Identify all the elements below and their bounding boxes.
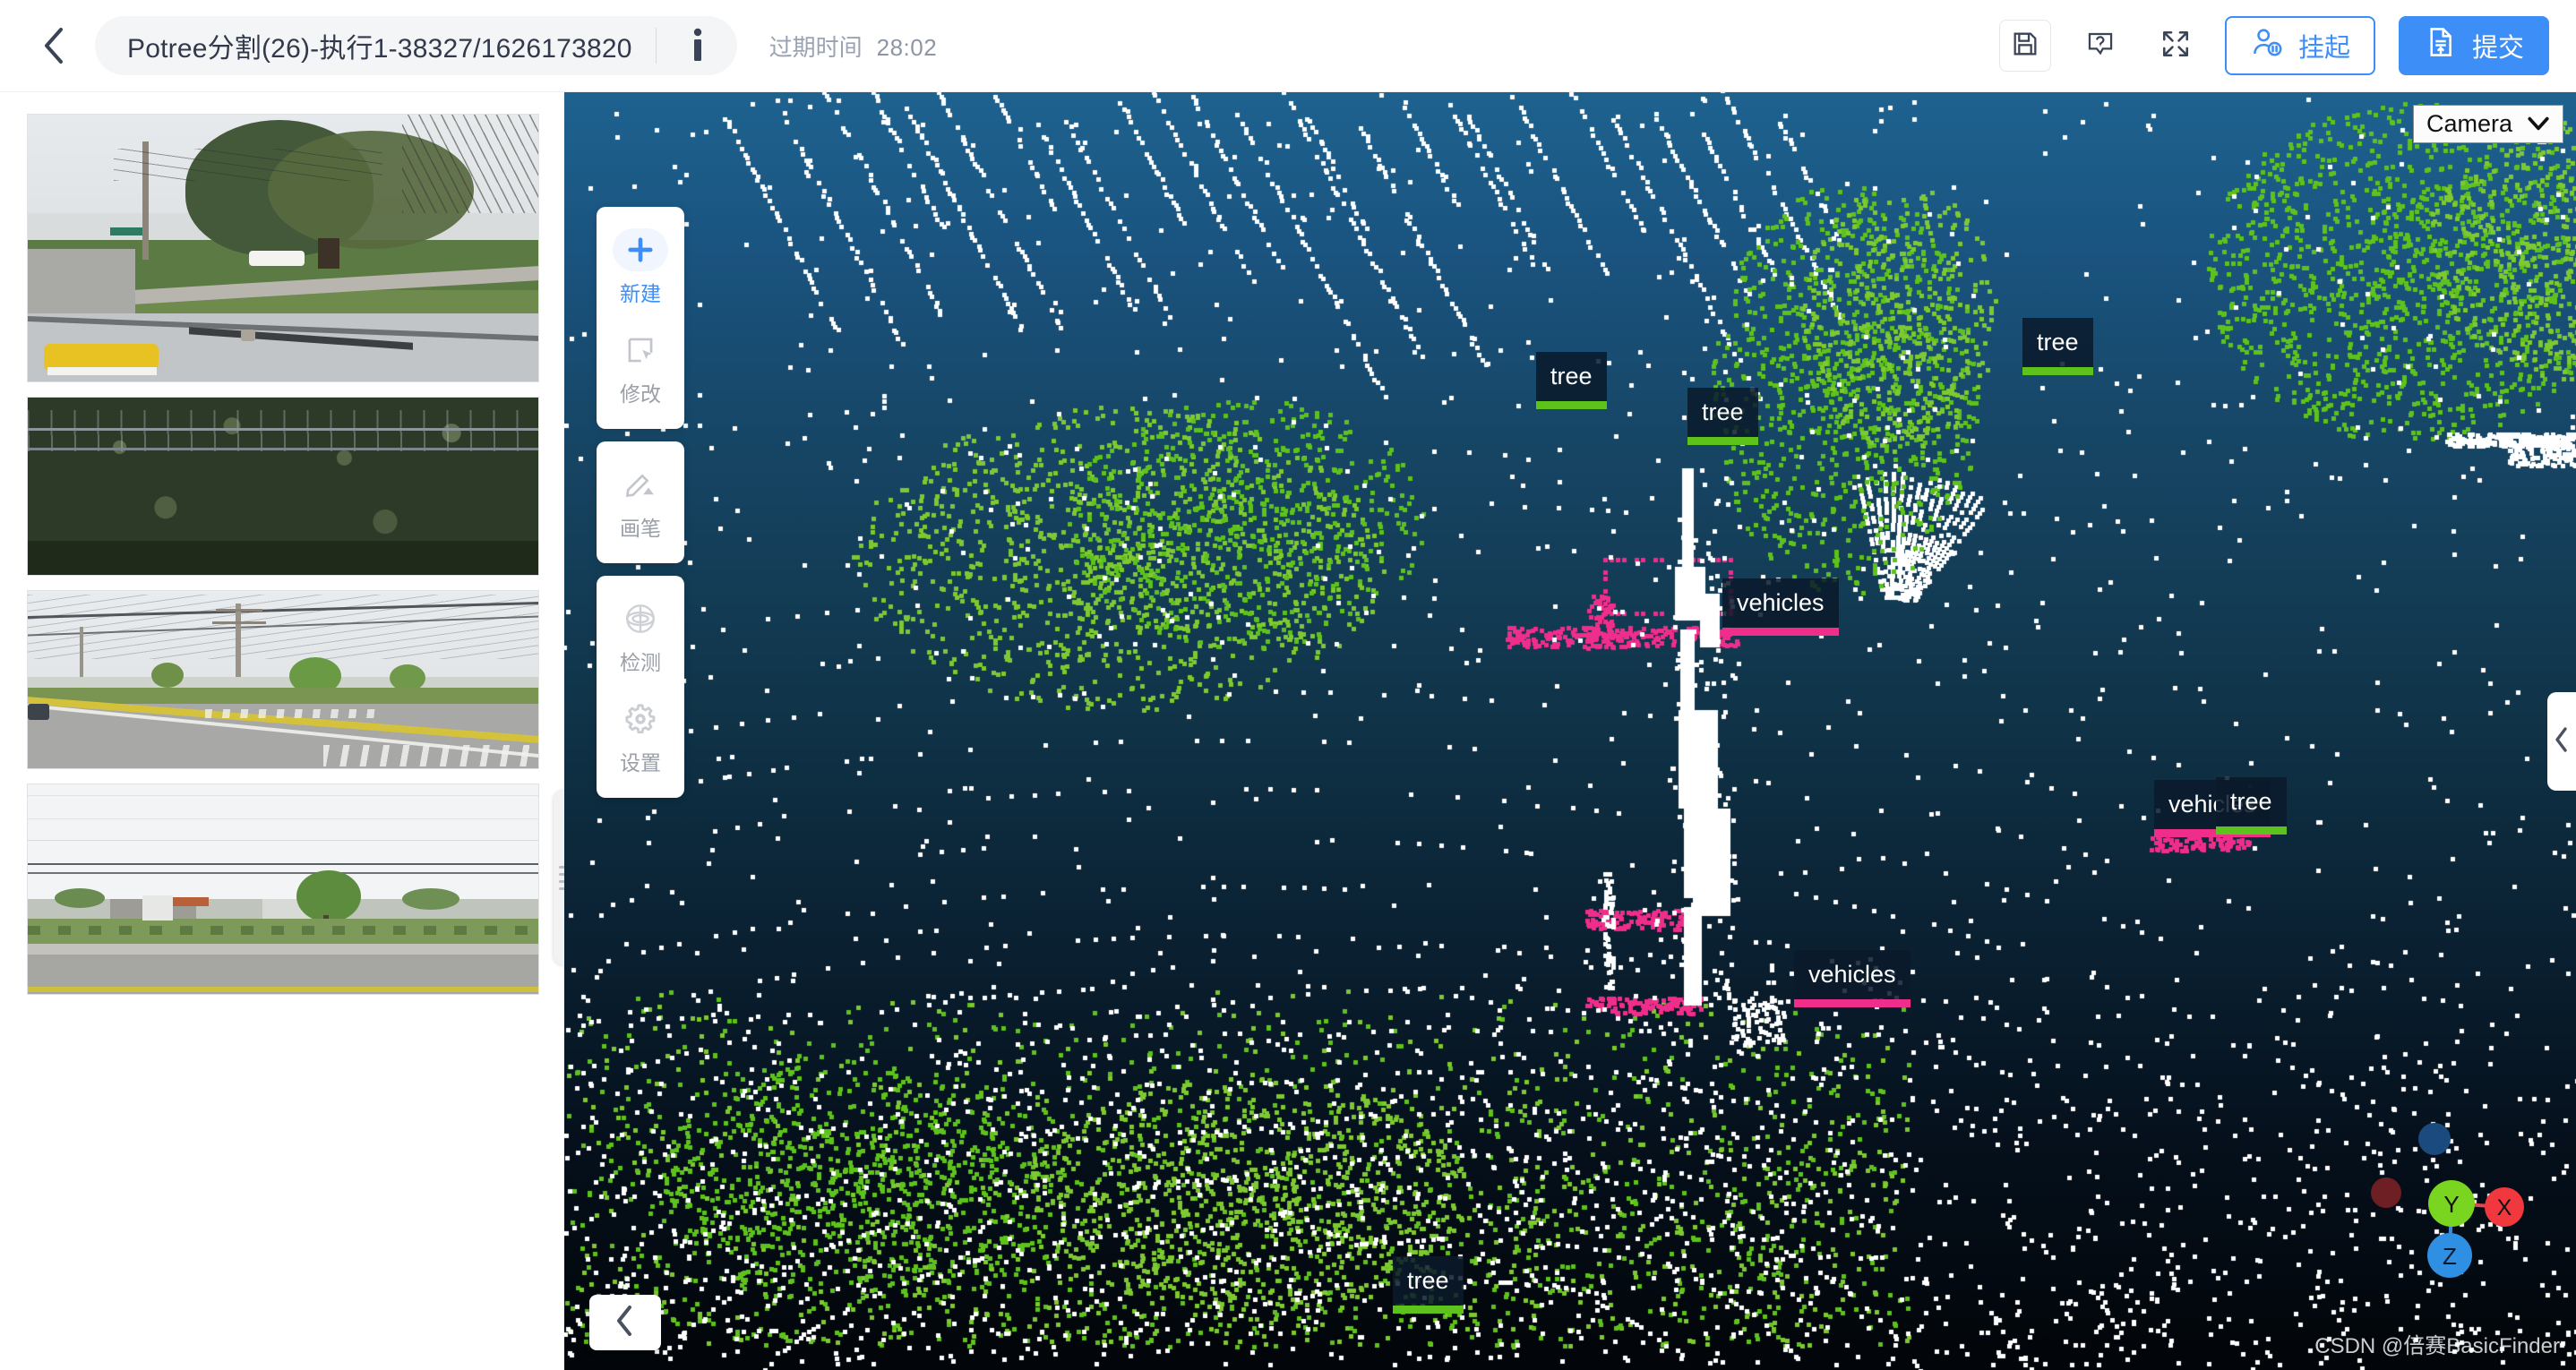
annotation-label-vehicles[interactable]: vehicles bbox=[1794, 950, 1911, 999]
svg-text:Z: Z bbox=[2443, 1243, 2457, 1270]
collapse-panel-button[interactable] bbox=[589, 1295, 661, 1350]
tool-brush[interactable]: 画笔 bbox=[597, 450, 684, 551]
expire-timer: 过期时间 28:02 bbox=[769, 30, 938, 63]
svg-text:Y: Y bbox=[2443, 1191, 2459, 1218]
toolbar-group-brush: 画笔 bbox=[597, 441, 684, 563]
svg-text:X: X bbox=[2497, 1195, 2512, 1220]
toolbar-group-other: 检测 设置 bbox=[597, 576, 684, 798]
annotation-label-vehicles[interactable]: vehicles bbox=[1722, 578, 1839, 628]
tool-brush-label: 画笔 bbox=[620, 511, 661, 542]
document-upload-icon bbox=[2424, 25, 2458, 66]
drag-handle-icon bbox=[559, 866, 565, 869]
camera-thumb-3[interactable] bbox=[27, 590, 539, 769]
panel-resize-handle[interactable] bbox=[554, 791, 564, 965]
chevron-down-icon bbox=[2527, 110, 2550, 138]
info-icon[interactable] bbox=[676, 24, 719, 67]
drag-handle-icon bbox=[559, 873, 565, 876]
annotation-label-tree[interactable]: tree bbox=[2022, 318, 2093, 367]
pencil-brush-icon bbox=[613, 463, 668, 506]
annotation-toolbar: 新建 修改 画笔 bbox=[597, 207, 684, 798]
pointcloud-viewport[interactable]: treetreetreetreevehiclesvehiclestreevehi… bbox=[564, 92, 2576, 1370]
annotation-label-tree[interactable]: tree bbox=[1687, 388, 1758, 437]
camera-image-list bbox=[0, 92, 564, 1370]
camera-thumb-2[interactable] bbox=[27, 397, 539, 576]
expire-label: 过期时间 bbox=[769, 30, 863, 63]
axis-orientation-gizmo[interactable]: X Y Z bbox=[2368, 1119, 2556, 1289]
save-floppy-icon bbox=[2011, 30, 2039, 63]
tool-new-label: 新建 bbox=[620, 277, 661, 307]
submit-button-label: 提交 bbox=[2472, 27, 2524, 64]
drag-handle-icon bbox=[559, 887, 565, 890]
tool-new[interactable]: 新建 bbox=[597, 216, 684, 316]
chevron-left-icon bbox=[40, 25, 67, 66]
suspend-button-label: 挂起 bbox=[2298, 27, 2350, 64]
question-help-icon bbox=[2085, 29, 2116, 64]
chevron-left-icon bbox=[2553, 726, 2571, 758]
tool-detect-label: 检测 bbox=[620, 646, 661, 676]
camera-thumb-4[interactable] bbox=[27, 783, 539, 995]
help-button[interactable] bbox=[2074, 20, 2126, 72]
submit-button[interactable]: 提交 bbox=[2399, 16, 2549, 75]
gear-icon bbox=[613, 698, 668, 741]
suspend-button[interactable]: 挂起 bbox=[2225, 16, 2375, 75]
tool-modify-label: 修改 bbox=[620, 377, 661, 407]
camera-select-dropdown[interactable]: Camera bbox=[2413, 105, 2563, 143]
chevron-left-icon bbox=[614, 1304, 637, 1342]
gizmo-axis-neg-z bbox=[2418, 1123, 2451, 1155]
toolbar-group-create: 新建 修改 bbox=[597, 207, 684, 429]
fullscreen-button[interactable] bbox=[2150, 20, 2202, 72]
fullscreen-expand-icon bbox=[2160, 29, 2191, 64]
plus-icon bbox=[613, 228, 668, 271]
user-pause-icon bbox=[2250, 25, 2284, 66]
expand-right-panel-button[interactable] bbox=[2547, 692, 2576, 791]
camera-select-value: Camera bbox=[2426, 110, 2512, 138]
tool-settings-label: 设置 bbox=[620, 746, 661, 776]
expire-time-value: 28:02 bbox=[877, 34, 938, 62]
radar-detect-icon bbox=[613, 597, 668, 640]
task-title-pill: Potree分割(26)-执行1-38327/1626173820 bbox=[95, 16, 737, 75]
page-title: Potree分割(26)-执行1-38327/1626173820 bbox=[127, 26, 632, 65]
tool-detect[interactable]: 检测 bbox=[597, 585, 684, 685]
annotation-label-tree[interactable]: tree bbox=[1393, 1256, 1464, 1306]
camera-thumb-1[interactable] bbox=[27, 114, 539, 382]
annotation-label-tree[interactable]: tree bbox=[2216, 777, 2287, 826]
select-cursor-icon bbox=[613, 329, 668, 372]
back-button[interactable] bbox=[25, 17, 82, 74]
drag-handle-icon bbox=[559, 880, 565, 883]
top-header-bar: Potree分割(26)-执行1-38327/1626173820 过期时间 2… bbox=[0, 0, 2576, 92]
divider bbox=[656, 28, 657, 64]
save-button[interactable] bbox=[1999, 20, 2051, 72]
pointcloud-canvas[interactable] bbox=[564, 92, 2576, 1370]
tool-settings[interactable]: 设置 bbox=[597, 685, 684, 785]
header-action-group: 挂起 提交 bbox=[1999, 16, 2549, 75]
annotation-label-tree[interactable]: tree bbox=[1536, 352, 1607, 401]
tool-modify[interactable]: 修改 bbox=[597, 316, 684, 416]
gizmo-axis-neg-x bbox=[2371, 1177, 2401, 1208]
